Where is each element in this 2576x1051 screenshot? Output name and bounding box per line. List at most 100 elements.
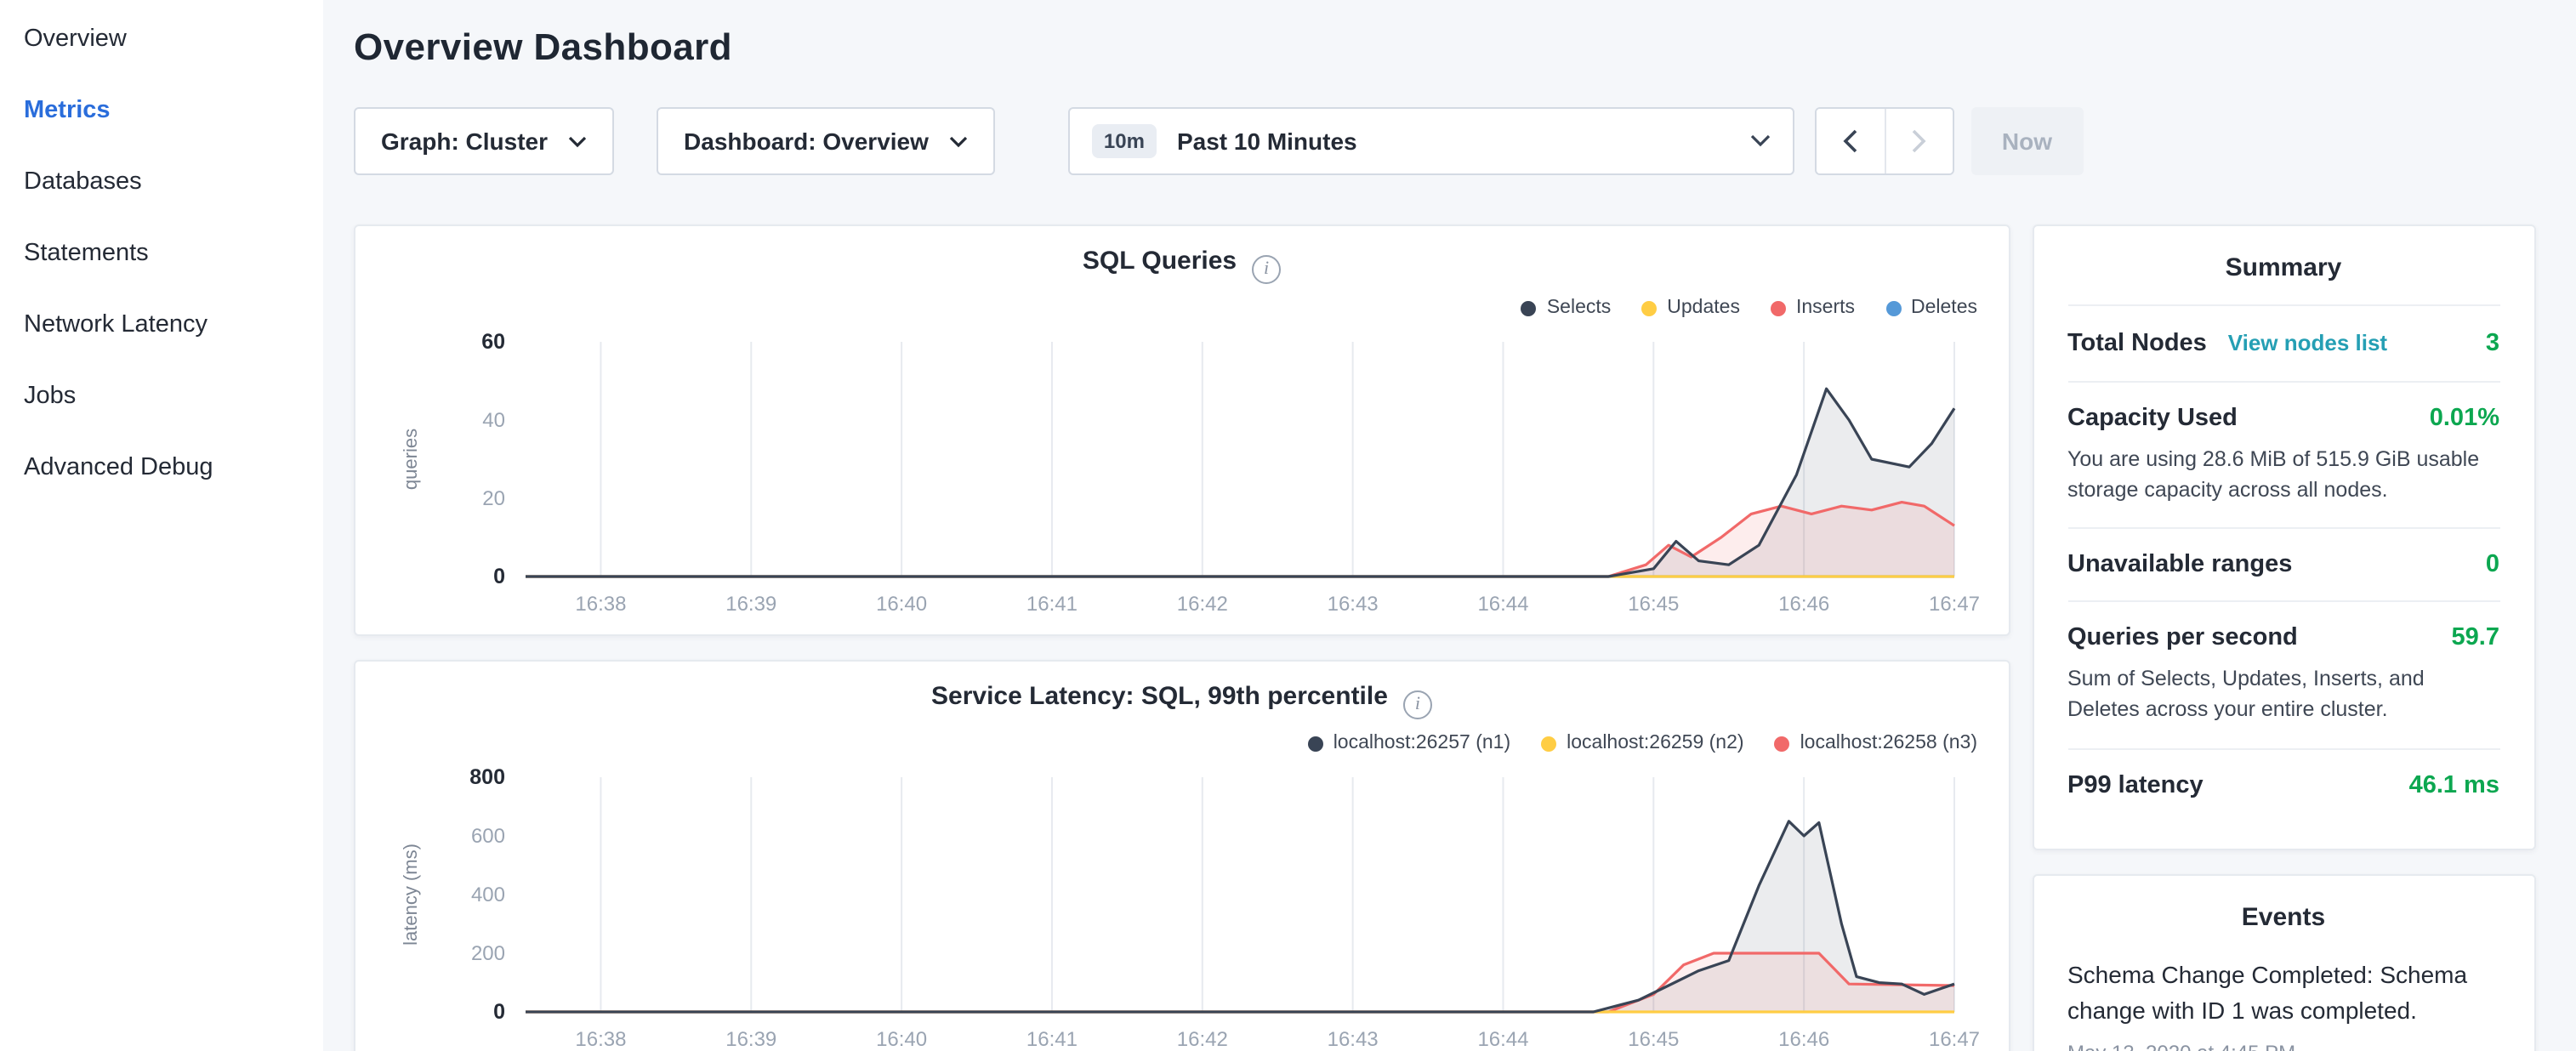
chart-svg: 16:3816:3916:4016:4116:4216:4316:4416:45… xyxy=(369,760,1992,1051)
chevron-left-icon xyxy=(1843,129,1858,153)
svg-text:16:39: 16:39 xyxy=(725,1028,776,1051)
svg-text:16:41: 16:41 xyxy=(1026,1028,1078,1051)
sidebar-item-jobs[interactable]: Jobs xyxy=(0,361,323,432)
sidebar-item-metrics[interactable]: Metrics xyxy=(0,75,323,146)
svg-text:16:42: 16:42 xyxy=(1177,593,1228,616)
info-icon[interactable] xyxy=(1403,690,1432,719)
legend-item[interactable]: Inserts xyxy=(1771,298,1855,318)
svg-text:16:40: 16:40 xyxy=(876,1028,927,1051)
svg-text:0: 0 xyxy=(493,1000,505,1024)
svg-text:16:46: 16:46 xyxy=(1778,593,1829,616)
chart-plot: 16:3816:3916:4016:4116:4216:4316:4416:45… xyxy=(369,760,1991,1051)
time-range-label: Past 10 Minutes xyxy=(1177,128,1357,155)
chevron-down-icon xyxy=(568,135,587,147)
svg-text:16:47: 16:47 xyxy=(1929,593,1980,616)
summary-value: 59.7 xyxy=(2452,625,2499,652)
summary-label: P99 latency xyxy=(2067,771,2204,798)
svg-text:16:45: 16:45 xyxy=(1628,593,1679,616)
legend-label: localhost:26259 (n2) xyxy=(1567,733,1743,753)
chart-legend: localhost:26257 (n1) localhost:26259 (n2)… xyxy=(1308,733,1977,753)
legend-item[interactable]: localhost:26257 (n1) xyxy=(1308,733,1510,753)
legend-label: Selects xyxy=(1547,298,1611,318)
sidebar-item-advanced-debug[interactable]: Advanced Debug xyxy=(0,432,323,503)
legend-label: localhost:26258 (n3) xyxy=(1800,733,1977,753)
graph-selector-dropdown[interactable]: Graph: Cluster xyxy=(354,107,614,175)
summary-description: Sum of Selects, Updates, Inserts, and De… xyxy=(2067,664,2499,726)
svg-text:400: 400 xyxy=(471,883,505,906)
chart-title-row: SQL Queries xyxy=(355,247,2008,283)
summary-description: You are using 28.6 MiB of 515.9 GiB usab… xyxy=(2067,444,2499,506)
chart-title: Service Latency: SQL, 99th percentile xyxy=(931,682,1388,711)
summary-card-title: Summary xyxy=(2067,253,2499,304)
legend-item[interactable]: Updates xyxy=(1641,298,1740,318)
legend-dot-icon xyxy=(1885,300,1901,315)
summary-card: Summary Total Nodes View nodes list 3 xyxy=(2032,224,2535,849)
svg-text:16:40: 16:40 xyxy=(876,593,927,616)
legend-dot-icon xyxy=(1641,300,1657,315)
legend-dot-icon xyxy=(1521,300,1537,315)
sidebar-item-network-latency[interactable]: Network Latency xyxy=(0,289,323,361)
sidebar-item-statements[interactable]: Statements xyxy=(0,218,323,289)
time-forward-button[interactable] xyxy=(1885,109,1953,173)
time-nav-group xyxy=(1815,107,1954,175)
summary-label: Unavailable ranges xyxy=(2067,552,2292,579)
dashboard-selector-dropdown[interactable]: Dashboard: Overview xyxy=(657,107,995,175)
chart-svg: 16:38 16:39 16:40 16:41 16:42 16:43 16:44 16:45… xyxy=(369,325,1992,628)
page-title: Overview Dashboard xyxy=(354,26,2535,70)
sidebar-item-overview[interactable]: Overview xyxy=(0,3,323,75)
legend-item[interactable]: Deletes xyxy=(1885,298,1977,318)
legend-item[interactable]: localhost:26259 (n2) xyxy=(1541,733,1743,753)
chart-title-row: Service Latency: SQL, 99th percentile xyxy=(355,682,2008,719)
summary-value: 0 xyxy=(2486,552,2499,579)
event-message: Schema Change Completed: Schema change w… xyxy=(2067,957,2499,1028)
summary-row-capacity-used: Capacity Used 0.01% You are using 28.6 M… xyxy=(2067,381,2499,528)
svg-text:latency (ms): latency (ms) xyxy=(400,844,421,946)
summary-label: Capacity Used xyxy=(2067,405,2238,432)
svg-text:600: 600 xyxy=(471,825,505,848)
summary-row-p99-latency: P99 latency 46.1 ms xyxy=(2067,747,2499,821)
summary-value: 3 xyxy=(2486,330,2499,357)
now-button[interactable]: Now xyxy=(1971,107,2083,175)
app-window: Overview Metrics Databases Statements Ne… xyxy=(0,0,2576,1051)
chart-card-sql-queries: SQL Queries Selects Updates Inserts Deletes… xyxy=(354,224,2010,636)
svg-text:200: 200 xyxy=(471,942,505,965)
sidebar-nav: Overview Metrics Databases Statements Ne… xyxy=(0,0,323,1051)
legend-item[interactable]: localhost:26258 (n3) xyxy=(1775,733,1977,753)
dashboard-selector-label: Dashboard: Overview xyxy=(684,128,929,155)
chart-legend: Selects Updates Inserts Deletes xyxy=(1521,298,1977,318)
view-nodes-list-link[interactable]: View nodes list xyxy=(2228,330,2387,355)
events-card: Events Schema Change Completed: Schema c… xyxy=(2032,873,2535,1051)
dashboard-content: SQL Queries Selects Updates Inserts Deletes… xyxy=(354,224,2535,1051)
svg-text:60: 60 xyxy=(481,330,505,354)
svg-text:16:39: 16:39 xyxy=(725,593,776,616)
summary-row-unavailable-ranges: Unavailable ranges 0 xyxy=(2067,528,2499,601)
svg-text:40: 40 xyxy=(482,409,505,432)
summary-row-total-nodes: Total Nodes View nodes list 3 xyxy=(2067,304,2499,381)
svg-text:queries: queries xyxy=(400,429,421,490)
chart-title: SQL Queries xyxy=(1083,247,1237,276)
svg-text:20: 20 xyxy=(482,487,505,510)
legend-dot-icon xyxy=(1541,736,1556,751)
svg-text:16:44: 16:44 xyxy=(1477,593,1528,616)
summary-value: 46.1 ms xyxy=(2409,771,2499,798)
events-card-title: Events xyxy=(2067,902,2499,953)
time-range-picker[interactable]: 10m Past 10 Minutes xyxy=(1068,107,1794,175)
controls-bar: Graph: Cluster Dashboard: Overview 10m P… xyxy=(354,107,2535,175)
chevron-down-icon xyxy=(1750,134,1771,148)
right-column: Summary Total Nodes View nodes list 3 xyxy=(2032,224,2535,1051)
sidebar-item-databases[interactable]: Databases xyxy=(0,146,323,218)
svg-text:16:43: 16:43 xyxy=(1328,1028,1379,1051)
legend-item[interactable]: Selects xyxy=(1521,298,1611,318)
legend-dot-icon xyxy=(1775,736,1790,751)
svg-text:16:38: 16:38 xyxy=(575,593,626,616)
svg-text:16:43: 16:43 xyxy=(1328,593,1379,616)
legend-dot-icon xyxy=(1308,736,1323,751)
chart-plot: 16:38 16:39 16:40 16:41 16:42 16:43 16:44 16:45… xyxy=(369,325,1991,628)
summary-row-queries-per-second: Queries per second 59.7 Sum of Selects, … xyxy=(2067,601,2499,748)
info-icon[interactable] xyxy=(1252,254,1281,283)
time-back-button[interactable] xyxy=(1817,109,1885,173)
svg-text:16:46: 16:46 xyxy=(1778,1028,1829,1051)
svg-text:16:44: 16:44 xyxy=(1477,1028,1528,1051)
svg-text:16:41: 16:41 xyxy=(1026,593,1078,616)
svg-text:16:47: 16:47 xyxy=(1929,1028,1980,1051)
